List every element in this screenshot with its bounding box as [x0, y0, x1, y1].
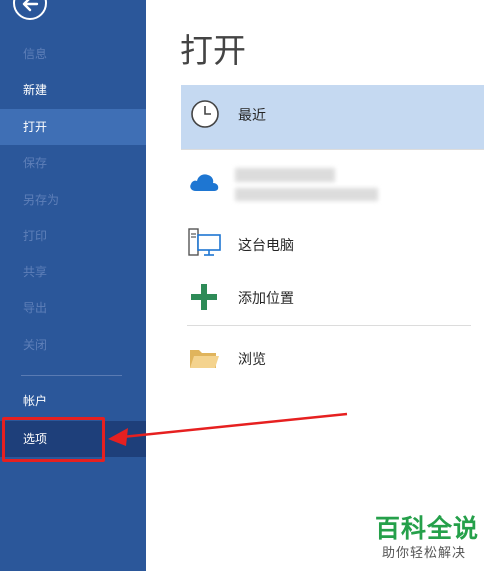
plus-icon: [191, 284, 217, 310]
blurred-account-text: [235, 168, 335, 182]
onedrive-cloud-icon: [190, 174, 219, 191]
location-label: 最近: [238, 108, 266, 124]
computer-icon: [188, 228, 221, 256]
location-this-pc[interactable]: 这台电脑: [181, 221, 484, 265]
location-label: 添加位置: [238, 291, 294, 307]
page-title: 打开: [180, 31, 246, 70]
list-divider: [187, 325, 471, 326]
nav-item-new[interactable]: 新建: [0, 72, 146, 108]
nav-item-open[interactable]: 打开: [0, 109, 146, 145]
blurred-account-text: [235, 188, 378, 201]
folder-icon: [190, 350, 219, 368]
location-label: 这台电脑: [238, 238, 294, 254]
nav-item-close[interactable]: 关闭: [0, 327, 146, 363]
backstage-sidebar: 信息 新建 打开 保存 另存为 打印 共享 导出 关闭 帐户 选项: [0, 0, 146, 571]
highlight-annotation-box: [2, 417, 105, 462]
watermark-subtitle: 助你轻松解决: [382, 546, 467, 561]
list-divider: [181, 149, 484, 150]
nav-item-save[interactable]: 保存: [0, 145, 146, 181]
nav-item-export[interactable]: 导出: [0, 290, 146, 326]
nav-item-account[interactable]: 帐户: [0, 383, 146, 419]
back-arrow-icon: [22, 0, 39, 12]
location-onedrive[interactable]: [181, 158, 484, 213]
nav-item-print[interactable]: 打印: [0, 218, 146, 254]
back-button[interactable]: [13, 0, 47, 20]
nav-item-save-as[interactable]: 另存为: [0, 182, 146, 218]
nav-item-share[interactable]: 共享: [0, 254, 146, 290]
location-browse[interactable]: 浏览: [181, 338, 484, 378]
sidebar-divider: [21, 375, 122, 376]
nav-item-info[interactable]: 信息: [0, 36, 146, 72]
watermark-title: 百科全说: [375, 514, 480, 543]
clock-icon: [191, 100, 219, 128]
location-recent[interactable]: 最近: [181, 85, 484, 149]
location-add-place[interactable]: 添加位置: [181, 277, 484, 317]
location-label: 浏览: [238, 352, 266, 368]
